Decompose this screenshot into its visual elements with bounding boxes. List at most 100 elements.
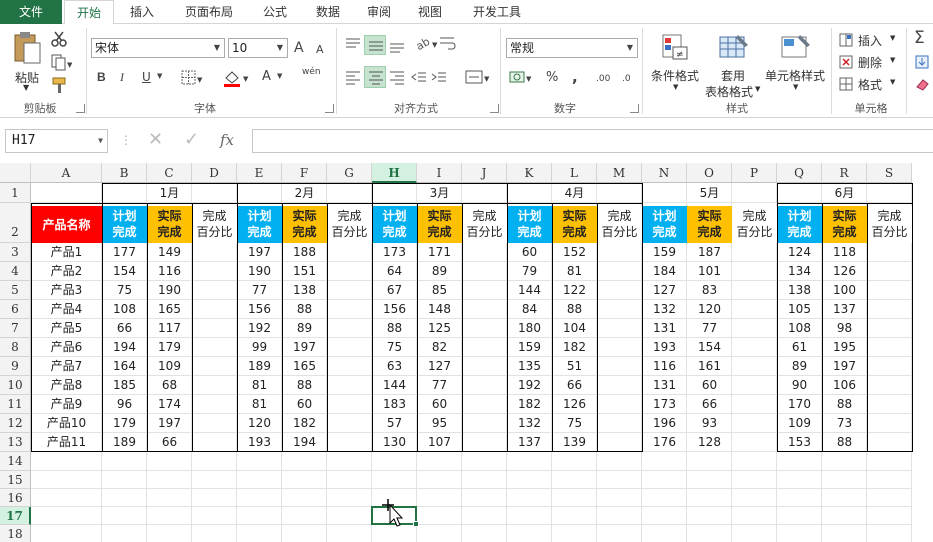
column-header-O[interactable]: O xyxy=(687,163,732,183)
format-cells-icon[interactable] xyxy=(838,76,854,92)
column-header-A[interactable]: A xyxy=(31,163,102,183)
plan-value-cell[interactable]: 176 xyxy=(642,433,687,452)
delete-cells-label[interactable]: 删除 xyxy=(858,54,882,71)
tab-3[interactable]: 页面布局 xyxy=(171,0,247,24)
number-launcher-icon[interactable] xyxy=(630,104,639,113)
row-header-15[interactable]: 15 xyxy=(0,471,31,489)
row-header-4[interactable]: 4 xyxy=(0,262,31,281)
column-header-H[interactable]: H xyxy=(372,163,417,183)
percent-button[interactable]: % xyxy=(546,70,558,85)
decrease-indent-icon[interactable] xyxy=(410,68,428,86)
plan-value-cell[interactable]: 131 xyxy=(642,319,687,338)
plan-value-cell[interactable]: 132 xyxy=(642,300,687,319)
plan-value-cell[interactable]: 184 xyxy=(642,262,687,281)
decrease-decimal-button[interactable]: .0 xyxy=(622,74,631,84)
chevron-down-icon[interactable]: ▼ xyxy=(157,72,162,80)
column-header-N[interactable]: N xyxy=(642,163,687,183)
column-header-P[interactable]: P xyxy=(732,163,777,183)
align-top-icon[interactable] xyxy=(344,36,362,54)
cancel-entry-icon[interactable]: ✕ xyxy=(148,129,163,150)
border-icon[interactable]: ▼ xyxy=(180,69,204,87)
row-header-16[interactable]: 16 xyxy=(0,489,31,507)
cell-styles-button[interactable]: 单元格样式 ▼ xyxy=(764,30,826,96)
row-header-9[interactable]: 9 xyxy=(0,357,31,376)
row-header-13[interactable]: 13 xyxy=(0,433,31,452)
clear-icon[interactable] xyxy=(914,76,930,92)
align-left-icon[interactable] xyxy=(344,68,362,86)
plan-value-cell[interactable]: 173 xyxy=(642,395,687,414)
column-header-C[interactable]: C xyxy=(147,163,192,183)
align-center-button[interactable] xyxy=(364,66,386,88)
underline-button[interactable]: U xyxy=(142,70,151,84)
select-all-corner[interactable] xyxy=(0,163,31,183)
plan-value-cell[interactable]: 196 xyxy=(642,414,687,433)
row-header-14[interactable]: 14 xyxy=(0,452,31,471)
paste-button[interactable]: 粘贴 ▼ xyxy=(6,28,46,92)
column-header-K[interactable]: K xyxy=(507,163,552,183)
format-as-table-button[interactable]: 套用 表格格式 ▼ xyxy=(704,30,762,99)
shrink-font-icon[interactable]: A xyxy=(316,43,324,56)
font-color-button[interactable]: A xyxy=(262,69,271,84)
plan-value-cell[interactable]: 116 xyxy=(642,357,687,376)
tab-7[interactable]: 视图 xyxy=(405,0,455,24)
chevron-down-icon[interactable]: ▼ xyxy=(890,56,895,64)
actual-value-cell[interactable]: 187 xyxy=(687,243,732,262)
row-header-3[interactable]: 3 xyxy=(0,243,31,262)
font-size-combo[interactable]: 10 ▼ xyxy=(228,38,288,58)
copy-icon[interactable]: ▼ xyxy=(50,53,72,71)
fill-color-icon[interactable]: ▼ xyxy=(222,68,252,88)
cut-icon[interactable] xyxy=(50,30,68,48)
actual-value-cell[interactable]: 128 xyxy=(687,433,732,452)
row-header-18[interactable]: 18 xyxy=(0,525,31,542)
number-format-combo[interactable]: 常规 ▼ xyxy=(506,38,638,58)
actual-value-cell[interactable]: 101 xyxy=(687,262,732,281)
merge-center-icon[interactable]: ▼ xyxy=(464,68,492,86)
grow-font-icon[interactable]: A xyxy=(294,40,304,56)
tab-4[interactable]: 公式 xyxy=(250,0,300,24)
actual-value-cell[interactable]: 154 xyxy=(687,338,732,357)
actual-value-cell[interactable]: 120 xyxy=(687,300,732,319)
font-launcher-icon[interactable] xyxy=(325,104,334,113)
phonetic-icon[interactable]: wén xyxy=(302,67,321,77)
actual-value-cell[interactable]: 77 xyxy=(687,319,732,338)
tab-1[interactable]: 开始 xyxy=(64,0,114,25)
actual-value-cell[interactable]: 161 xyxy=(687,357,732,376)
insert-cells-icon[interactable] xyxy=(838,32,854,48)
fill-handle[interactable] xyxy=(413,521,419,527)
increase-indent-icon[interactable] xyxy=(430,68,448,86)
tab-0[interactable]: 文件 xyxy=(0,0,62,24)
row-header-8[interactable]: 8 xyxy=(0,338,31,357)
plan-value-cell[interactable]: 193 xyxy=(642,338,687,357)
row-header-7[interactable]: 7 xyxy=(0,319,31,338)
increase-decimal-button[interactable]: .00 xyxy=(596,74,610,84)
delete-cells-icon[interactable] xyxy=(838,54,854,70)
align-middle-button[interactable] xyxy=(364,35,386,55)
confirm-entry-icon[interactable]: ✓ xyxy=(184,129,199,150)
column-header-E[interactable]: E xyxy=(237,163,282,183)
align-bottom-icon[interactable] xyxy=(388,36,406,54)
insert-cells-label[interactable]: 插入 xyxy=(858,32,882,49)
actual-value-cell[interactable]: 83 xyxy=(687,281,732,300)
column-header-G[interactable]: G xyxy=(327,163,372,183)
clipboard-launcher-icon[interactable] xyxy=(76,104,85,113)
tab-8[interactable]: 开发工具 xyxy=(458,0,536,24)
row-header-10[interactable]: 10 xyxy=(0,376,31,395)
column-header-B[interactable]: B xyxy=(102,163,147,183)
currency-icon[interactable]: ▼ xyxy=(508,68,534,86)
column-header-I[interactable]: I xyxy=(417,163,462,183)
plan-value-cell[interactable]: 159 xyxy=(642,243,687,262)
autosum-button[interactable]: Σ xyxy=(914,28,925,48)
row-header-5[interactable]: 5 xyxy=(0,281,31,300)
column-header-L[interactable]: L xyxy=(552,163,597,183)
italic-button[interactable]: I xyxy=(120,70,124,85)
column-header-Q[interactable]: Q xyxy=(777,163,822,183)
column-header-S[interactable]: S xyxy=(867,163,912,183)
row-header-12[interactable]: 12 xyxy=(0,414,31,433)
worksheet-grid[interactable]: A B C D E F G H I J K L M N O P Q R S 1 2 3 4 5 6 7 8 9 10 11 12 13 14 15… xyxy=(0,163,933,542)
tab-5[interactable]: 数据 xyxy=(303,0,353,24)
name-box[interactable]: H17 ▼ xyxy=(5,129,108,153)
align-right-icon[interactable] xyxy=(388,68,406,86)
formula-input[interactable] xyxy=(252,129,933,153)
row-header-17[interactable]: 17 xyxy=(0,507,31,525)
row-header-6[interactable]: 6 xyxy=(0,300,31,319)
